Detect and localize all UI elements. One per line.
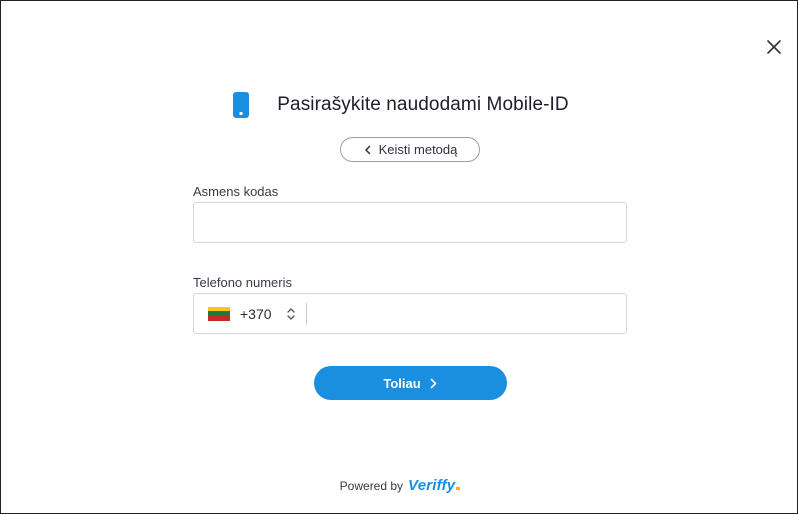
chevron-right-icon [430,378,436,388]
phone-number-input[interactable] [306,294,626,333]
personal-code-input[interactable] [194,203,626,242]
dialog-title: Pasirašykite naudodami Mobile-ID [277,94,569,115]
brand-logo: Veriffy [408,477,461,494]
personal-code-field[interactable] [193,202,627,243]
personal-code-label: Asmens kodas [193,184,279,199]
dialog-header: Pasirašykite naudodami Mobile-ID [1,91,798,119]
powered-by-text: Powered by [339,479,404,493]
continue-button[interactable]: Toliau [314,366,507,400]
phone-number-input-wrap [306,294,626,333]
verification-dialog: Pasirašykite naudodami Mobile-ID Keisti … [0,0,798,514]
chevron-left-icon [364,145,370,154]
brand-name: Veriffy [408,477,456,494]
lithuania-flag-icon [208,306,230,321]
brand-dot-icon [456,487,461,490]
phone-number-field: +370 [193,293,627,334]
powered-by: Powered by Veriffy [1,477,798,494]
dial-code: +370 [240,305,272,322]
change-method-button[interactable]: Keisti metodą [340,137,480,162]
phone-number-label: Telefono numeris [193,275,292,290]
chevron-up-down-icon [286,307,295,320]
close-icon [767,40,781,54]
change-method-label: Keisti metodą [378,142,458,157]
country-code-select[interactable]: +370 [194,294,306,333]
close-button[interactable] [763,36,785,58]
mobile-phone-icon [233,92,250,118]
continue-label: Toliau [383,375,421,391]
